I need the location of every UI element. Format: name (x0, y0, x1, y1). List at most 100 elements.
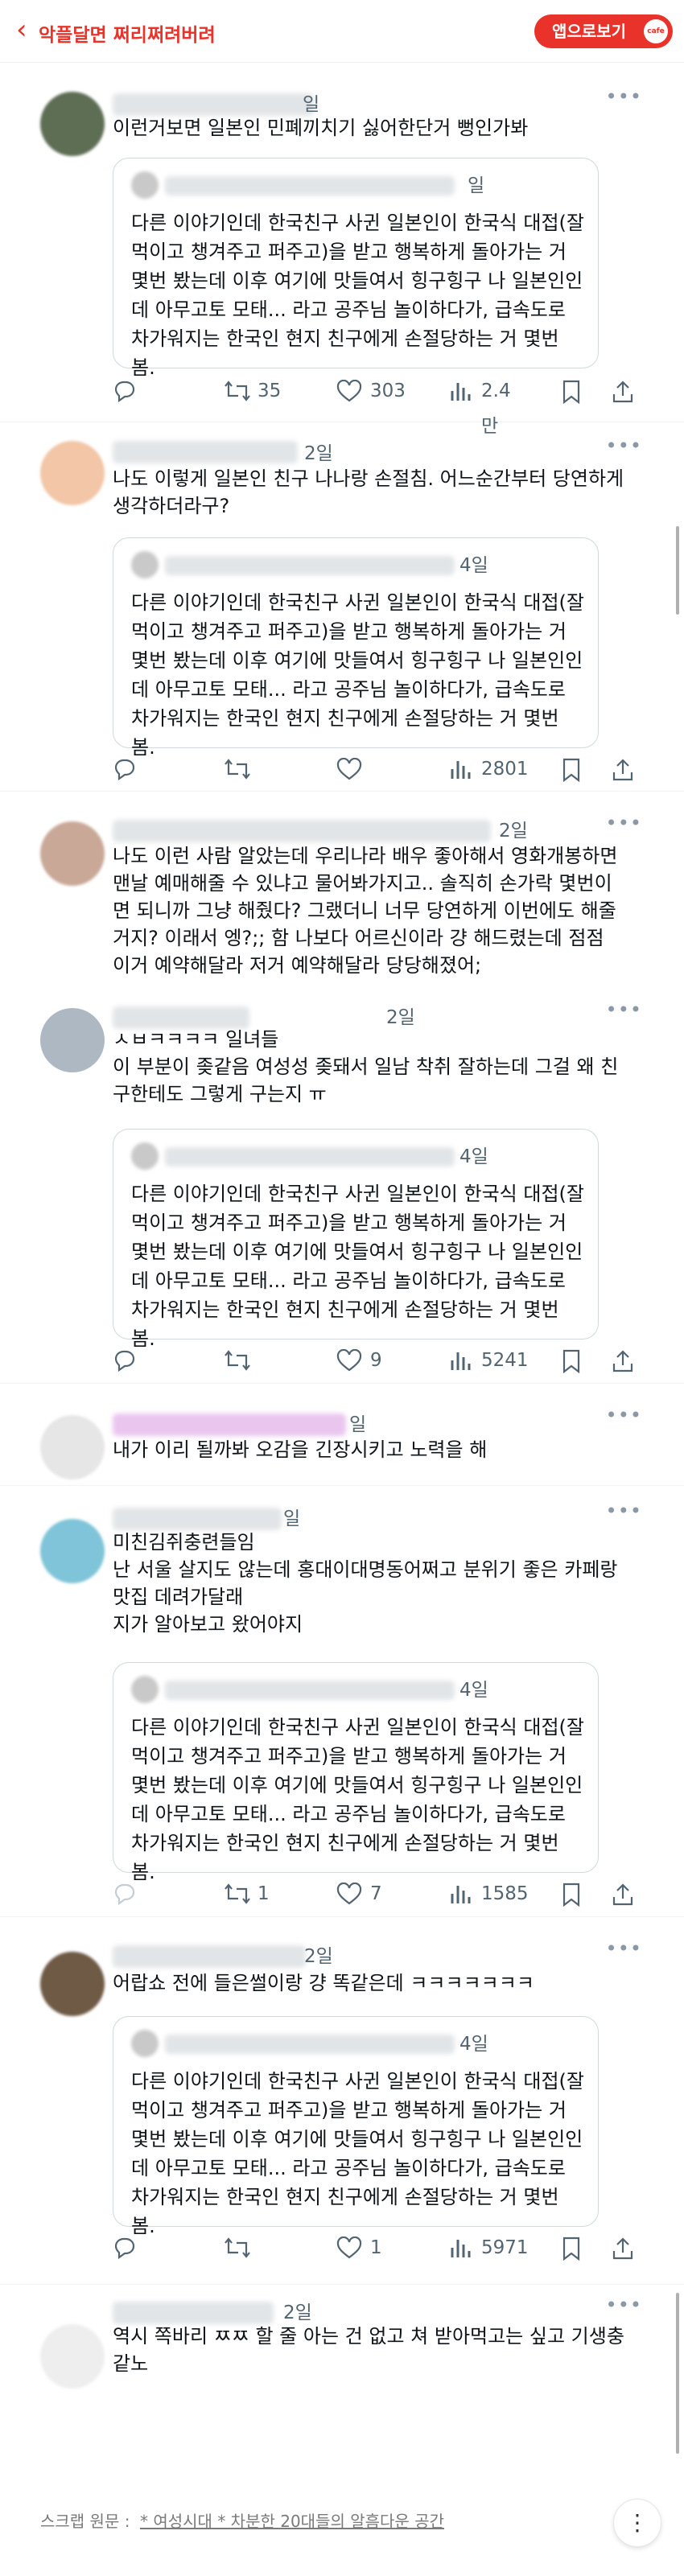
author-name[interactable] (113, 93, 314, 116)
like-count: 7 (370, 1883, 382, 1904)
quoted-author-name (165, 2035, 455, 2054)
more-options-icon[interactable]: ••• (606, 1500, 642, 1522)
more-options-icon[interactable]: ••• (606, 998, 642, 1021)
quoted-post[interactable]: 4일 다른 이야기인데 한국친구 사귄 일본인이 한국식 대접(잘 먹이고 챙겨… (113, 2016, 599, 2237)
views-count: 2801 (481, 759, 529, 780)
open-in-app-label: 앱으로보기 (552, 22, 626, 41)
quoted-avatar (131, 171, 159, 199)
author-name[interactable] (113, 1508, 282, 1530)
bookmark-icon (562, 1349, 580, 1373)
reply-post: 일 ••• 이런거보면 일본인 민폐끼치기 싫어한단거 뻥인가봐 일 다른 이야… (0, 80, 684, 437)
quoted-time: 4일 (459, 555, 488, 576)
views-chart-icon (451, 1352, 471, 1370)
heart-icon (336, 758, 362, 780)
views-chart-icon (451, 2240, 471, 2257)
heart-icon (336, 380, 362, 402)
quoted-text: 다른 이야기인데 한국친구 사귄 일본인이 한국식 대접(잘 먹이고 챙겨주고 … (131, 1183, 584, 1350)
views-chart-icon (451, 1886, 471, 1903)
author-name[interactable] (113, 1945, 306, 1968)
post-time: 2일 (499, 821, 528, 842)
reply-post: 일 ••• 내가 이리 될까봐 오감을 긴장시키고 노력을 해 (0, 1385, 684, 1486)
more-options-icon[interactable]: ••• (606, 85, 642, 108)
avatar[interactable] (40, 441, 105, 505)
reply-post: 2일 ••• 역시 쪽바리 ㅉㅉ 할 줄 아는 건 없고 쳐 받아먹고는 싶고 … (0, 2286, 684, 2479)
quoted-time: 일 (468, 175, 485, 196)
quoted-text: 다른 이야기인데 한국친구 사귄 일본인이 한국식 대접(잘 먹이고 챙겨주고 … (131, 212, 584, 379)
post-time: 일 (303, 94, 320, 115)
action-bar: 1 5971 (113, 2230, 633, 2265)
avatar[interactable] (40, 2324, 105, 2389)
quoted-avatar (131, 1142, 159, 1170)
avatar[interactable] (40, 1008, 105, 1072)
chevron-left-icon[interactable]: ‹ (16, 16, 27, 43)
author-name[interactable] (113, 441, 298, 463)
more-options-icon[interactable]: ••• (606, 2294, 642, 2316)
bookmark-icon (562, 380, 580, 404)
quoted-post[interactable]: 4일 다른 이야기인데 한국친구 사귄 일본인이 한국식 대접(잘 먹이고 챙겨… (113, 1129, 599, 1350)
post-time: 2일 (304, 443, 333, 464)
avatar[interactable] (40, 1415, 105, 1479)
views-count: 5971 (481, 2237, 529, 2258)
author-name[interactable] (113, 820, 491, 842)
quoted-author-name (165, 556, 455, 575)
quoted-text: 다른 이야기인데 한국친구 사귄 일본인이 한국식 대접(잘 먹이고 챙겨주고 … (131, 2070, 584, 2237)
author-name[interactable] (113, 1414, 346, 1436)
avatar[interactable] (40, 1952, 105, 2016)
retweet-icon (225, 1350, 250, 1371)
post-time: 2일 (283, 2302, 312, 2323)
retweet-icon (225, 381, 250, 401)
share-icon (612, 1350, 633, 1372)
cafe-logo: cafe (644, 19, 668, 43)
views-count: 5241 (481, 1350, 529, 1371)
more-options-icon[interactable]: ••• (606, 434, 642, 457)
post-time: 일 (349, 1414, 367, 1435)
more-options-icon[interactable]: ••• (606, 812, 642, 834)
reply-icon (114, 1883, 135, 1905)
page-title[interactable]: 악플달면 쩌리쩌려버려 (39, 19, 216, 47)
post-text: 내가 이리 될까봐 오감을 긴장시키고 노력을 해 (113, 1438, 488, 1461)
quoted-author-name (165, 1147, 455, 1167)
quoted-time: 4일 (459, 2034, 488, 2055)
open-in-app-button[interactable]: 앱으로보기 cafe (534, 14, 673, 48)
heart-icon (336, 1883, 362, 1905)
quoted-post[interactable]: 4일 다른 이야기인데 한국친구 사귄 일본인이 한국식 대접(잘 먹이고 챙겨… (113, 537, 599, 759)
bookmark-icon (562, 1883, 580, 1907)
footer: 스크랩 원문 : * 여성시대 * 차분한 20대들의 알흠다운 공간 ⋮ (0, 2492, 684, 2557)
author-name[interactable] (113, 2302, 274, 2324)
post-time: 2일 (386, 1007, 415, 1028)
source-label: 스크랩 원문 : (40, 2512, 130, 2531)
bookmark-icon (562, 758, 580, 782)
post-time: 2일 (304, 1946, 333, 1967)
more-options-icon[interactable]: ••• (606, 1937, 642, 1960)
top-bar: ‹ 악플달면 쩌리쩌려버려 앱으로보기 cafe (0, 0, 684, 63)
vertical-dots-icon[interactable]: ⋮ (613, 2499, 661, 2547)
retweet-count: 1 (258, 1883, 270, 1904)
avatar[interactable] (40, 92, 105, 156)
share-icon (612, 2237, 633, 2260)
quoted-post[interactable]: 일 다른 이야기인데 한국친구 사귄 일본인이 한국식 대접(잘 먹이고 챙겨주… (113, 158, 599, 379)
post-time: 일 (283, 1508, 301, 1529)
more-options-icon[interactable]: ••• (606, 1404, 642, 1426)
post-text: 나도 이렇게 일본인 친구 나나랑 손절침. 어느순간부터 당연하게 생각하더라… (113, 467, 630, 517)
scrollbar[interactable] (676, 526, 679, 615)
bookmark-icon (562, 2237, 580, 2261)
reply-icon (114, 759, 135, 780)
post-text: 어랍쇼 전에 들은썰이랑 걍 똑같은데 ㅋㅋㅋㅋㅋㅋㅋ (113, 1972, 534, 1994)
source-link[interactable]: * 여성시대 * 차분한 20대들의 알흠다운 공간 (140, 2508, 444, 2532)
avatar[interactable] (40, 821, 105, 886)
reply-post: 2일 ••• 어랍쇼 전에 들은썰이랑 걍 똑같은데 ㅋㅋㅋㅋㅋㅋㅋ 4일 다른… (0, 1918, 684, 2285)
reply-icon (114, 381, 135, 402)
retweet-count: 35 (258, 381, 282, 401)
quoted-author-name (165, 176, 455, 195)
reply-post: 일 ••• 미친김쥐충련들임 난 서울 살지도 않는데 홍대이대명동어쩌고 분위… (0, 1487, 684, 1917)
quoted-author-name (165, 1681, 455, 1700)
post-text: ㅅㅂㅋㅋㅋㅋ 일녀들 이 부분이 좆같음 여성성 좆돼서 일남 착취 잘하는데 … (113, 1028, 619, 1105)
avatar[interactable] (40, 1519, 105, 1583)
quoted-time: 4일 (459, 1680, 488, 1701)
reply-icon (114, 2237, 135, 2259)
reply-icon (114, 1350, 135, 1372)
share-icon (612, 381, 633, 403)
quoted-post[interactable]: 4일 다른 이야기인데 한국친구 사귄 일본인이 한국식 대접(잘 먹이고 챙겨… (113, 1662, 599, 1883)
like-count: 1 (370, 2237, 382, 2258)
action-bar: 2801 (113, 751, 633, 787)
